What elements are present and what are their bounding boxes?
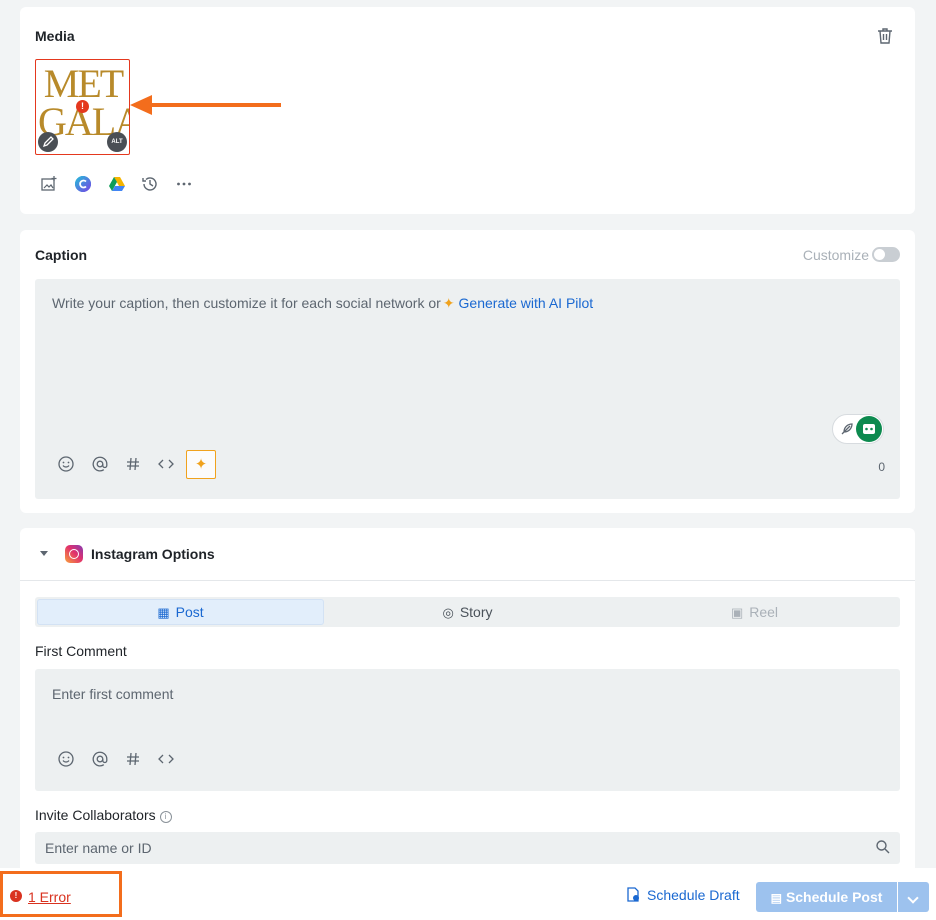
- tab-reel-label: Reel: [749, 604, 779, 620]
- tab-story-label: Story: [459, 604, 493, 620]
- emoji-icon[interactable]: [57, 750, 75, 768]
- code-icon[interactable]: [157, 750, 175, 768]
- instagram-options-header[interactable]: Instagram Options: [20, 528, 915, 581]
- customize-toggle[interactable]: [872, 247, 900, 262]
- info-icon[interactable]: i: [159, 811, 172, 823]
- first-comment-label: First Comment: [35, 643, 127, 659]
- google-drive-icon[interactable]: [108, 175, 126, 193]
- error-count-link[interactable]: 1 Error: [28, 889, 71, 905]
- bot-icon[interactable]: [856, 416, 882, 442]
- tab-reel[interactable]: ▣ Reel: [611, 599, 898, 625]
- customize-label: Customize: [802, 247, 869, 263]
- mention-icon[interactable]: [91, 455, 109, 473]
- generate-ai-link[interactable]: Generate with AI Pilot: [459, 295, 594, 311]
- code-icon[interactable]: [157, 455, 175, 473]
- character-count: 0: [878, 460, 885, 474]
- caption-editor[interactable]: Write your caption, then customize it fo…: [35, 279, 900, 499]
- trash-icon[interactable]: [877, 27, 893, 45]
- assistant-widget[interactable]: [832, 414, 884, 444]
- caption-placeholder[interactable]: Write your caption, then customize it fo…: [52, 295, 593, 312]
- tab-story[interactable]: ◎ Story: [324, 599, 611, 625]
- mention-icon[interactable]: [91, 750, 109, 768]
- feather-icon[interactable]: [839, 421, 855, 437]
- hashtag-icon[interactable]: [124, 750, 142, 768]
- thumbnail-text-line1: MET: [43, 61, 124, 106]
- canva-icon[interactable]: [74, 175, 92, 193]
- tab-post-label: Post: [175, 604, 204, 620]
- grid-icon: ▦: [157, 605, 170, 620]
- instagram-options-card: Instagram Options ▦ Post ◎ Story ▣ Reel Fir…: [20, 528, 915, 868]
- schedule-post-label: Schedule Post: [785, 889, 883, 905]
- emoji-icon[interactable]: [57, 455, 75, 473]
- error-icon: !: [10, 890, 22, 902]
- caption-title: Caption: [35, 247, 88, 263]
- action-footer: ! 1 Error Schedule Draft ▤ Schedule Post: [0, 868, 936, 920]
- schedule-draft-button[interactable]: Schedule Draft: [627, 887, 740, 903]
- thumbnail-error-badge: !: [76, 100, 89, 113]
- media-title: Media: [35, 28, 75, 44]
- ai-sparkle-icon: ✦: [442, 295, 455, 311]
- more-icon[interactable]: [175, 175, 193, 193]
- story-icon: ◎: [442, 605, 454, 620]
- instagram-icon: [65, 545, 83, 563]
- collapse-caret-icon[interactable]: [40, 551, 48, 556]
- schedule-post-button[interactable]: ▤ Schedule Post: [756, 882, 897, 912]
- hashtag-icon[interactable]: [124, 455, 142, 473]
- schedule-options-dropdown[interactable]: [898, 882, 929, 912]
- draft-icon: [627, 887, 639, 902]
- add-image-icon[interactable]: [40, 175, 58, 193]
- schedule-draft-label: Schedule Draft: [647, 887, 740, 903]
- tab-post[interactable]: ▦ Post: [37, 599, 324, 625]
- first-comment-editor[interactable]: Enter first comment: [35, 669, 900, 791]
- media-card: Media MET GALA ! ALT: [20, 7, 915, 214]
- annotation-arrow: [130, 95, 281, 115]
- history-icon[interactable]: [141, 175, 159, 193]
- post-type-tabs: ▦ Post ◎ Story ▣ Reel: [35, 597, 900, 627]
- alt-text-button[interactable]: ALT: [107, 132, 127, 152]
- edit-image-icon[interactable]: [38, 132, 58, 152]
- collaborators-label-text: Invite Collaborators: [35, 807, 156, 823]
- first-comment-placeholder[interactable]: Enter first comment: [52, 686, 173, 702]
- calendar-icon: ▤: [770, 891, 782, 905]
- collaborators-input[interactable]: [35, 832, 900, 864]
- search-icon: [876, 840, 890, 854]
- instagram-options-title: Instagram Options: [91, 546, 215, 562]
- caption-placeholder-text: Write your caption, then customize it fo…: [52, 295, 441, 311]
- caption-card: Caption Customize Write your caption, th…: [20, 230, 915, 513]
- collaborators-label: Invite Collaborators i: [35, 807, 172, 823]
- media-thumbnail[interactable]: MET GALA ! ALT: [35, 59, 130, 155]
- reel-icon: ▣: [730, 605, 744, 620]
- ai-pilot-button[interactable]: ✦: [186, 450, 216, 479]
